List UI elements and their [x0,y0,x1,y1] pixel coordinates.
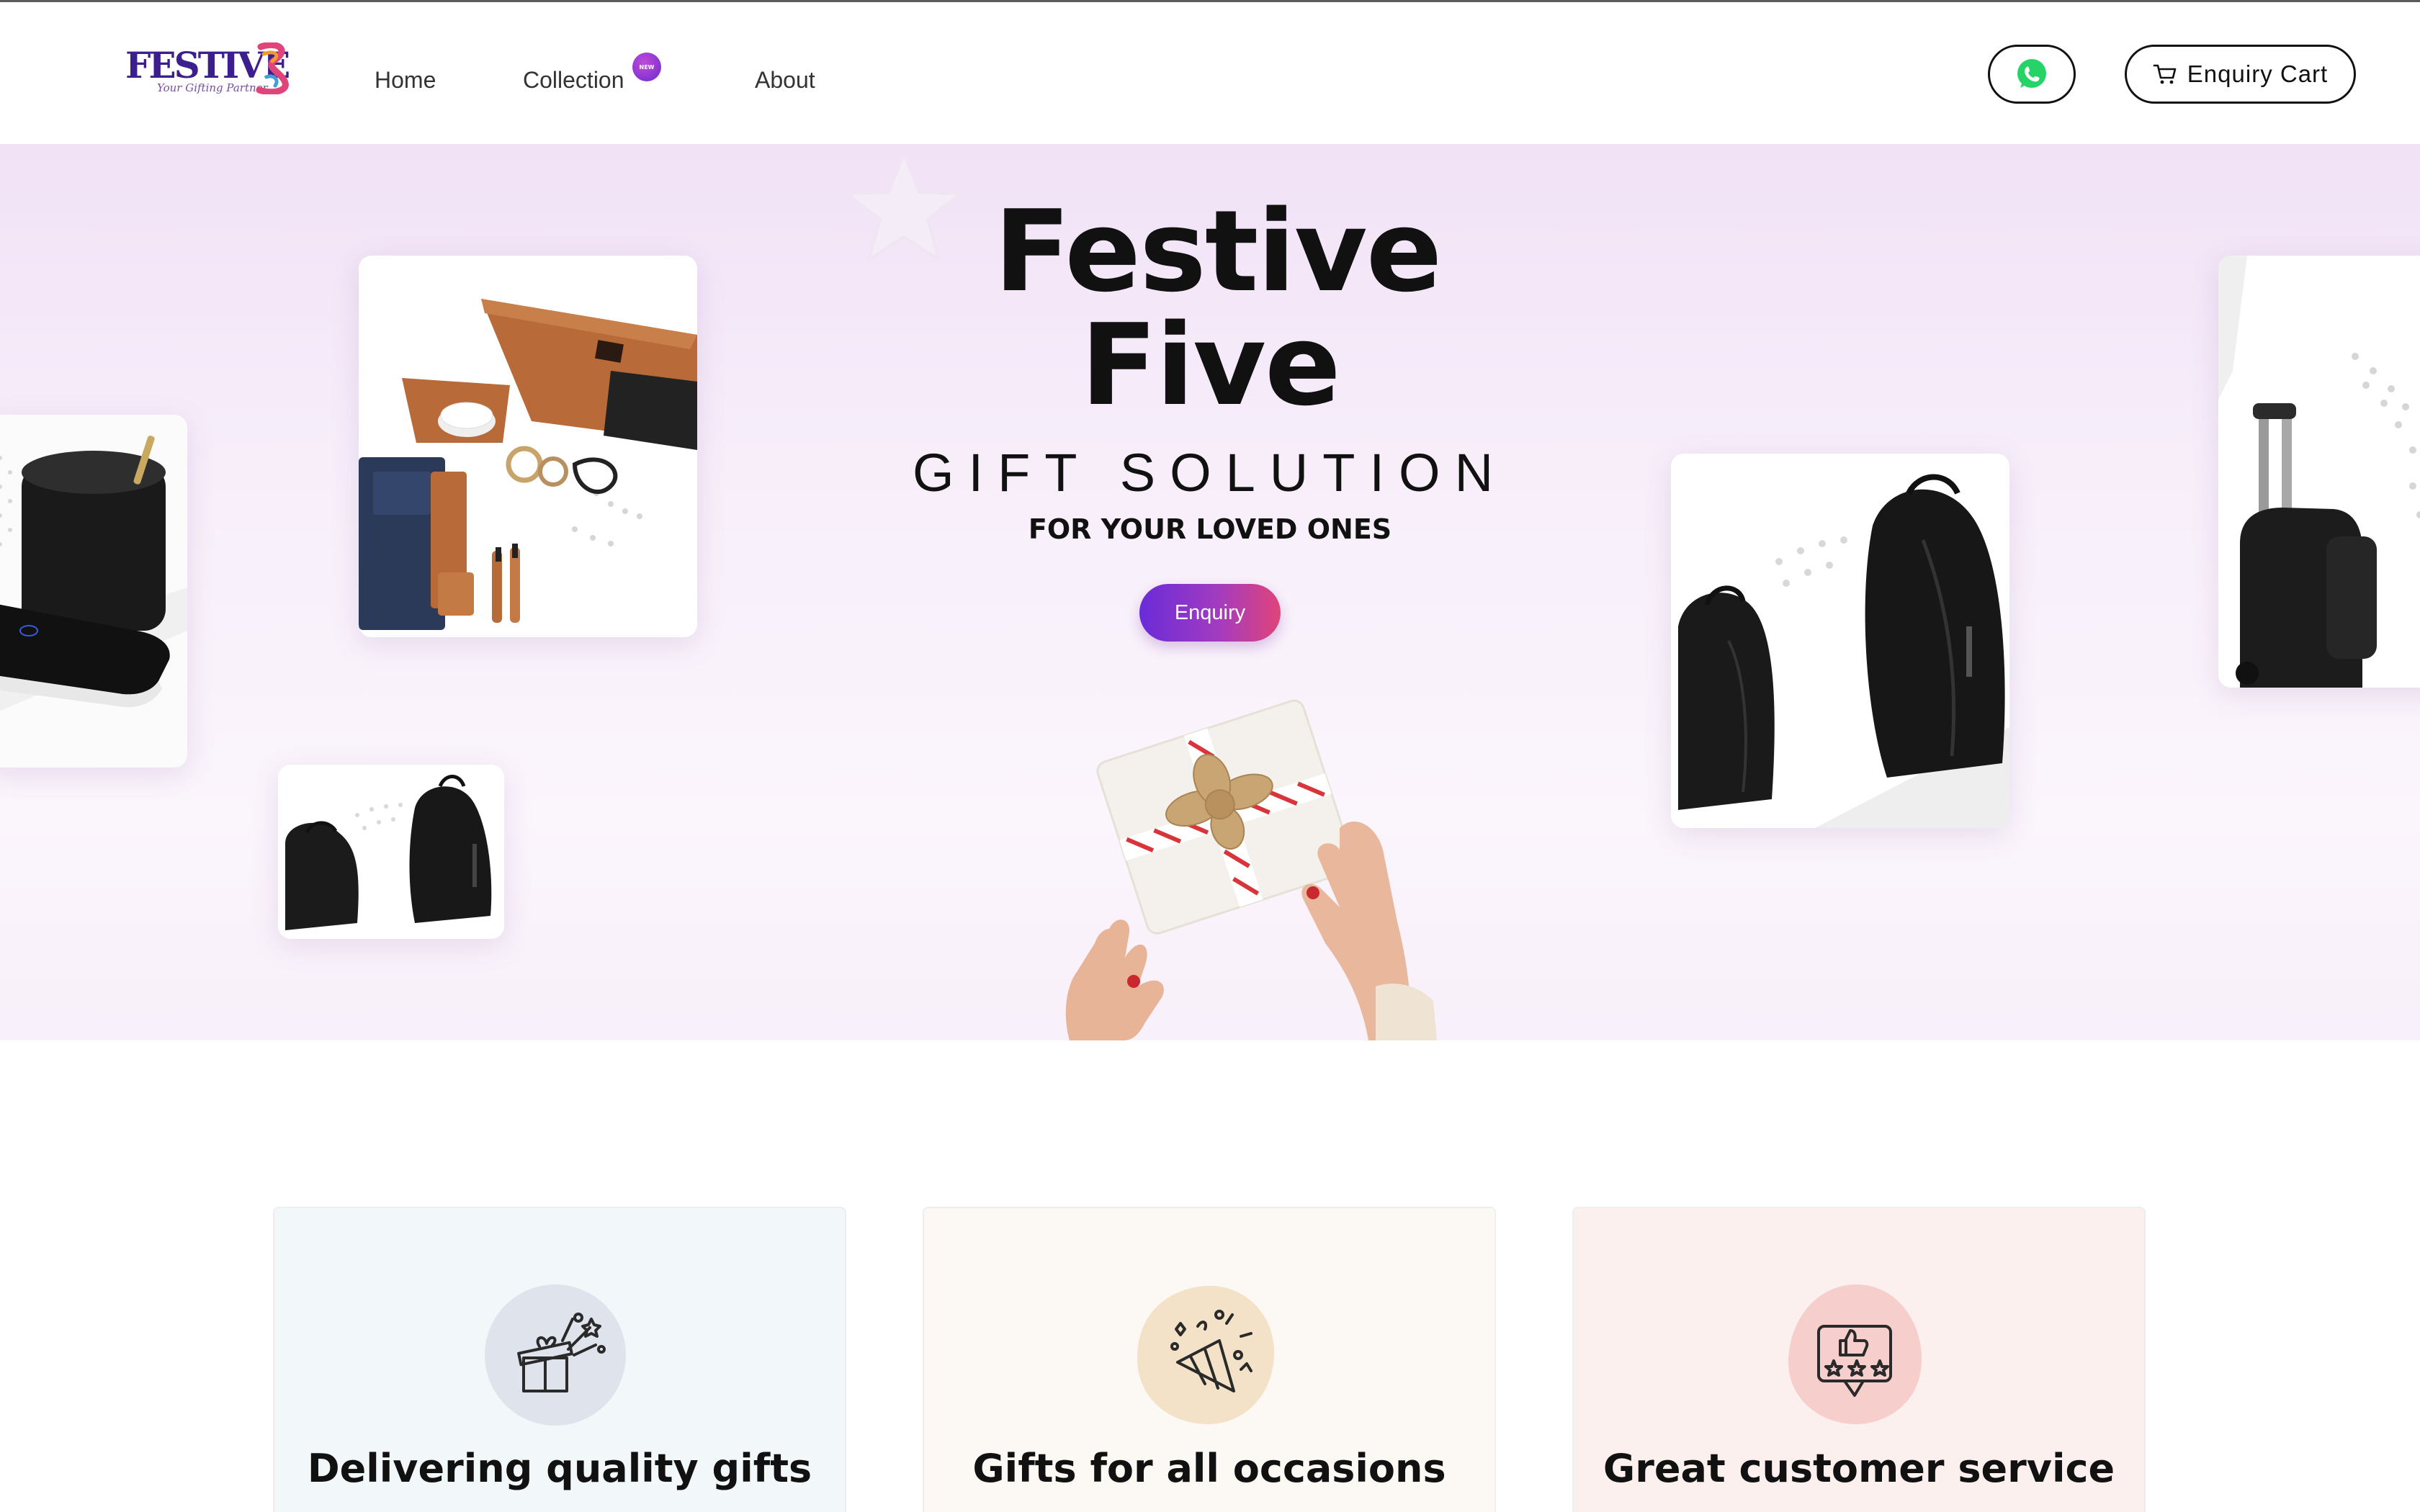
party-popper-icon [1137,1285,1275,1425]
feature-title: Great customer service [1603,1446,2115,1491]
feature-card-quality: Delivering quality gifts [273,1207,846,1512]
feature-card-service: Great customer service [1572,1207,2146,1512]
hero-banner: Festive Five GIFT SOLUTION FOR YOUR LOVE… [0,144,2420,1040]
cup-warmer-image [0,415,187,768]
nav-home[interactable]: Home [375,67,436,94]
site-header: FESTIVE Your Gifting Partner Home Collec… [0,2,2420,144]
enquiry-cart-button[interactable]: Enquiry Cart [2125,45,2356,104]
backpacks-large-image [1671,454,2009,828]
product-card-backpacks-small[interactable] [278,765,504,939]
gift-box-in-hands-image [1065,699,1437,1040]
product-card-trolley-bag[interactable] [2218,256,2420,688]
backpacks-small-image [278,765,504,939]
cart-icon [2153,64,2177,84]
gift-box-icon [485,1284,626,1426]
hero-title: Festive Five [994,186,1442,431]
leather-set-image [359,256,697,637]
logo-tagline: Your Gifting Partner [157,81,268,94]
enquiry-cart-label: Enquiry Cart [2187,60,2329,87]
hero-subtitle: GIFT SOLUTION [912,443,1508,503]
whatsapp-button[interactable] [1988,45,2076,104]
new-badge: NEW [632,53,661,81]
logo-ribbon-icon [256,42,289,94]
enquiry-button[interactable]: Enquiry [1139,584,1281,642]
feature-card-occasions: Gifts for all occasions [923,1207,1496,1512]
brand-logo[interactable]: FESTIVE Your Gifting Partner [125,42,291,100]
decorative-star-icon [846,152,962,261]
feature-title: Gifts for all occasions [972,1446,1446,1491]
product-card-cup-warmer[interactable] [0,415,187,768]
hero-tagline: FOR YOUR LOVED ONES [1028,513,1392,545]
feature-title: Delivering quality gifts [307,1446,812,1491]
whatsapp-icon [2017,59,2046,88]
nav-about[interactable]: About [755,67,815,94]
hero-title-line2: Five [1080,300,1341,431]
thumbs-up-rating-icon [1788,1284,1922,1425]
product-card-backpacks-large[interactable] [1671,454,2009,828]
nav-collection[interactable]: Collection [523,67,624,94]
hero-title-line1: Festive [994,186,1442,317]
product-card-leather-set[interactable] [359,256,697,637]
trolley-bag-image [2218,256,2420,688]
